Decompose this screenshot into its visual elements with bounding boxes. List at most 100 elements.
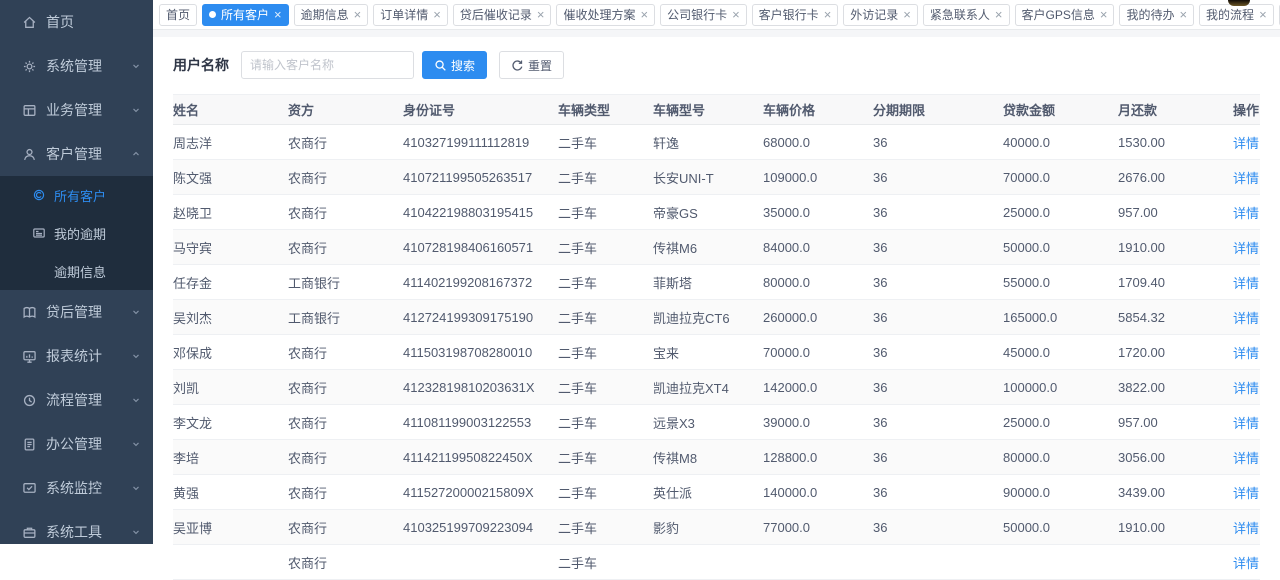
chevron-down-icon	[131, 395, 141, 405]
sidebar-item-overdue-info[interactable]: 逾期信息	[0, 252, 153, 290]
sidebar-item-loan-after[interactable]: 贷后管理	[0, 290, 153, 334]
monitor-check-icon	[22, 481, 37, 496]
tab[interactable]: 首页	[159, 4, 197, 26]
tab-close-icon[interactable]: ×	[903, 8, 911, 21]
sidebar-item-tools[interactable]: 系统工具	[0, 510, 153, 544]
cell-vehicle-type: 二手车	[558, 510, 653, 545]
sidebar-item-label: 系统监控	[46, 478, 131, 498]
tab-close-icon[interactable]: ×	[274, 8, 282, 21]
sidebar-item-label: 客户管理	[46, 144, 131, 164]
tab-close-icon[interactable]: ×	[537, 8, 545, 21]
detail-link[interactable]: 详情	[1233, 346, 1259, 361]
sidebar-item-my-overdue[interactable]: 我的逾期	[0, 214, 153, 252]
tab-label: 催收处理方案	[563, 6, 635, 23]
tab[interactable]: 订单详情 ×	[373, 4, 448, 26]
tab-label: 订单详情	[380, 6, 428, 23]
avatar[interactable]	[1228, 0, 1250, 6]
sidebar-item-business[interactable]: 业务管理	[0, 88, 153, 132]
sidebar-item-monitor[interactable]: 系统监控	[0, 466, 153, 510]
cell-vehicle-type: 二手车	[558, 475, 653, 510]
tab-close-icon[interactable]: ×	[640, 8, 648, 21]
tab[interactable]: 催收处理方案 ×	[556, 4, 655, 26]
cell-term: 36	[873, 125, 1003, 160]
sidebar-item-label: 首页	[46, 12, 141, 32]
cell-name: 刘凯	[173, 370, 288, 405]
tab[interactable]: 客户银行卡 ×	[752, 4, 839, 26]
search-button[interactable]: 搜索	[422, 51, 487, 79]
tab[interactable]: 紧急联系人 ×	[923, 4, 1010, 26]
cell-price: 128800.0	[763, 440, 873, 475]
cell-funder: 农商行	[288, 510, 403, 545]
detail-link[interactable]: 详情	[1233, 276, 1259, 291]
sidebar-item-reports[interactable]: 报表统计	[0, 334, 153, 378]
tab-close-icon[interactable]: ×	[1259, 8, 1267, 21]
tab-close-icon[interactable]: ×	[1100, 8, 1108, 21]
customer-name-input[interactable]	[241, 51, 414, 79]
refresh-icon	[511, 59, 524, 72]
cell-vehicle-model: 传祺M8	[653, 440, 763, 475]
sidebar-item-system[interactable]: 系统管理	[0, 44, 153, 88]
sidebar-item-label: 贷后管理	[46, 302, 131, 322]
detail-link[interactable]: 详情	[1233, 381, 1259, 396]
detail-link[interactable]: 详情	[1233, 451, 1259, 466]
tab[interactable]: 逾期信息 ×	[294, 4, 369, 26]
cell-funder: 农商行	[288, 160, 403, 195]
tab-close-icon[interactable]: ×	[1179, 8, 1187, 21]
tab[interactable]: 外访记录 ×	[843, 4, 918, 26]
tab[interactable]: 客户GPS信息 ×	[1015, 4, 1115, 26]
cell-vehicle-type: 二手车	[558, 370, 653, 405]
chevron-down-icon	[131, 307, 141, 317]
cell-vehicle-model	[653, 545, 763, 580]
tab-bar: 首页 所有客户 × 逾期信息 × 订单详情 × 贷后催收记录 × 催收处理方案	[153, 0, 1280, 30]
search-icon	[434, 59, 447, 72]
tab-close-icon[interactable]: ×	[732, 8, 740, 21]
tabbar-shadow-strip	[153, 30, 1280, 37]
detail-link[interactable]: 详情	[1233, 416, 1259, 431]
detail-link[interactable]: 详情	[1233, 171, 1259, 186]
tab[interactable]: 公司银行卡 ×	[660, 4, 747, 26]
sidebar-item-process[interactable]: 流程管理	[0, 378, 153, 422]
cell-term: 36	[873, 405, 1003, 440]
sidebar-item-office[interactable]: 办公管理	[0, 422, 153, 466]
detail-link[interactable]: 详情	[1233, 556, 1259, 571]
cell-price: 109000.0	[763, 160, 873, 195]
cell-term: 36	[873, 475, 1003, 510]
search-form: 用户名称 搜索 重置	[173, 51, 1260, 79]
circle-user-icon	[32, 188, 46, 202]
cell-funder: 工商银行	[288, 300, 403, 335]
detail-link[interactable]: 详情	[1233, 241, 1259, 256]
tab-label: 公司银行卡	[667, 6, 727, 23]
tab[interactable]: 所有客户 ×	[202, 4, 289, 26]
reset-button[interactable]: 重置	[499, 51, 564, 79]
cell-loan	[1003, 545, 1118, 580]
cell-funder: 农商行	[288, 125, 403, 160]
document-icon	[22, 437, 37, 452]
chart-monitor-icon	[22, 349, 37, 364]
tab[interactable]: 我的待办 ×	[1119, 4, 1194, 26]
tab[interactable]: 贷后催收记录 ×	[453, 4, 552, 26]
cell-name: 吴刘杰	[173, 300, 288, 335]
tab-close-icon[interactable]: ×	[995, 8, 1003, 21]
cell-vehicle-type: 二手车	[558, 160, 653, 195]
cell-price	[763, 545, 873, 580]
detail-link[interactable]: 详情	[1233, 206, 1259, 221]
cell-id-number: 410721199505263517	[403, 160, 558, 195]
detail-link[interactable]: 详情	[1233, 311, 1259, 326]
detail-link[interactable]: 详情	[1233, 521, 1259, 536]
detail-link[interactable]: 详情	[1233, 136, 1259, 151]
chevron-down-icon	[131, 105, 141, 115]
detail-link[interactable]: 详情	[1233, 486, 1259, 501]
sidebar-item-home[interactable]: 首页	[0, 0, 153, 44]
cell-id-number: 41232819810203631X	[403, 370, 558, 405]
cell-vehicle-type: 二手车	[558, 440, 653, 475]
table-row: 邓保成 农商行 411503198708280010 二手车 宝来 70000.…	[173, 335, 1260, 370]
reset-button-label: 重置	[528, 57, 552, 74]
sidebar-item-customer[interactable]: 客户管理	[0, 132, 153, 176]
tab-close-icon[interactable]: ×	[354, 8, 362, 21]
col-header-monthly: 月还款	[1118, 95, 1233, 125]
tab[interactable]: 我的流程 ×	[1199, 4, 1274, 26]
sidebar-item-all-customers[interactable]: 所有客户	[0, 176, 153, 214]
tab-close-icon[interactable]: ×	[824, 8, 832, 21]
tab-close-icon[interactable]: ×	[433, 8, 441, 21]
cell-monthly	[1118, 545, 1233, 580]
